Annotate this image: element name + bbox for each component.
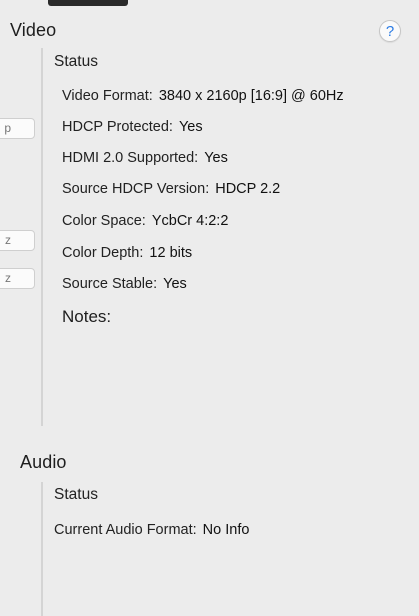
field-label: Video Format: [62, 88, 153, 104]
field-label: HDMI 2.0 Supported: [62, 150, 199, 166]
video-section-title: Video [10, 20, 57, 40]
clipped-side-button[interactable]: z [0, 230, 35, 251]
audio-status-label: Status [54, 486, 98, 503]
field-color-space: Color Space: YcbCr 4:2:2 [62, 213, 228, 229]
field-value: 3840 x 2160p [16:9] @ 60Hz [158, 88, 344, 104]
settings-panel: Video ? Status Video Format: 3840 x 2160p… [0, 0, 419, 616]
audio-section-title: Audio [20, 452, 67, 472]
field-value: YcbCr 4:2:2 [151, 213, 229, 229]
clipped-side-button[interactable]: p [0, 118, 35, 139]
clipped-side-button[interactable]: z [0, 268, 35, 289]
field-source-hdcp-version: Source HDCP Version: HDCP 2.2 [62, 181, 280, 197]
field-value: Yes [178, 119, 203, 135]
field-color-depth: Color Depth: 12 bits [62, 245, 192, 261]
field-label: Color Space: [62, 213, 146, 229]
field-value: 12 bits [149, 245, 193, 261]
video-status-label: Status [54, 53, 98, 70]
field-label: Source Stable: [62, 276, 158, 292]
field-label: Source HDCP Version: [62, 181, 210, 197]
field-hdcp-protected: HDCP Protected: Yes [62, 119, 203, 135]
field-current-audio-format: Current Audio Format: No Info [54, 522, 249, 538]
audio-group-rule [41, 482, 43, 616]
field-value: HDCP 2.2 [215, 181, 281, 197]
field-hdmi-20-supported: HDMI 2.0 Supported: Yes [62, 150, 228, 166]
field-value: No Info [202, 522, 250, 538]
field-source-stable: Source Stable: Yes [62, 276, 187, 292]
help-button[interactable]: ? [379, 20, 401, 42]
video-group-rule [41, 48, 43, 426]
clipped-toolbar-edge [48, 0, 128, 6]
notes-label: Notes: [62, 307, 112, 326]
field-label: HDCP Protected: [62, 119, 173, 135]
field-label: Current Audio Format: [54, 522, 197, 538]
field-value: Yes [163, 276, 187, 292]
field-value: Yes [204, 150, 228, 166]
help-icon: ? [385, 22, 395, 40]
field-video-format: Video Format: 3840 x 2160p [16:9] @ 60Hz [62, 88, 344, 104]
field-label: Color Depth: [62, 245, 144, 261]
